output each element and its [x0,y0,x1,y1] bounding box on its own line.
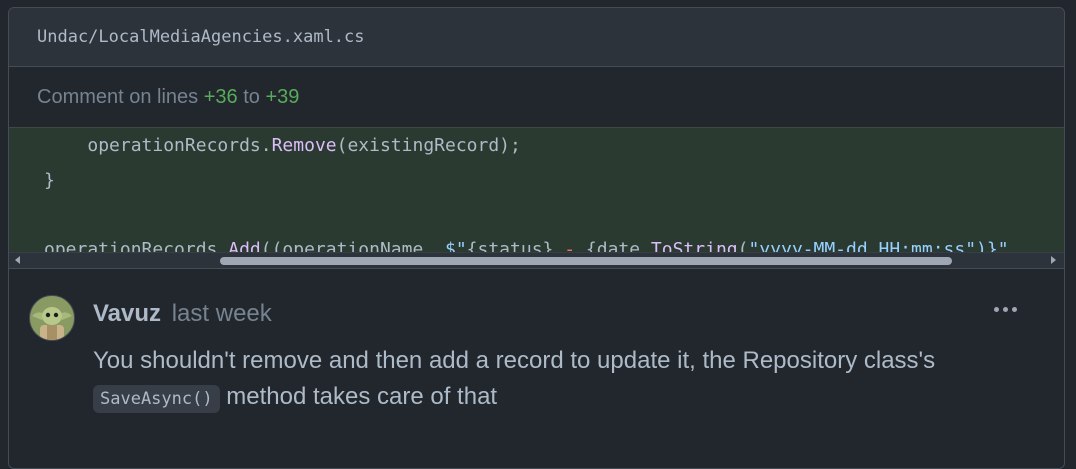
range-start: +36 [203,85,238,108]
menu-dot [1003,307,1008,312]
inline-code: SaveAsync() [93,385,220,413]
horizontal-scrollbar[interactable] [9,252,1064,268]
scroll-left-arrow-icon[interactable] [15,256,20,264]
code-line-close-brace: } [44,170,55,191]
range-joiner: to [243,85,260,108]
comment-range: Comment on lines +36 to +39 [9,67,1064,127]
comment-time[interactable]: last week [172,300,272,327]
scroll-right-arrow-icon[interactable] [1051,256,1056,264]
file-header: Undac/LocalMediaAgencies.xaml.cs [9,8,1064,67]
comment-body-text-1: You shouldn't remove and then add a reco… [93,347,936,374]
comment-body-text-2: method takes care of that [219,383,498,410]
menu-dot [994,307,999,312]
code-line-remove: operationRecords.Remove(existingRecord); [87,135,521,156]
scrollbar-thumb[interactable] [220,257,952,265]
baby-yoda-avatar-icon [30,296,74,340]
comment-header: Vavuz last week [93,299,272,329]
code-snippet: operationRecords.Remove(existingRecord);… [9,127,1064,268]
comment-range-prefix: Comment on lines [37,85,199,108]
author-name[interactable]: Vavuz [93,300,161,327]
range-end: +39 [265,85,300,108]
comment-body: You shouldn't remove and then add a reco… [93,343,1023,417]
kebab-menu-icon[interactable] [994,307,1017,312]
review-comment-card: Undac/LocalMediaAgencies.xaml.cs Comment… [8,7,1065,469]
file-path-link[interactable]: Undac/LocalMediaAgencies.xaml.cs [37,27,365,47]
comment: Vavuz last week You shouldn't remove and… [9,269,1064,468]
avatar[interactable] [29,295,75,341]
menu-dot [1012,307,1017,312]
